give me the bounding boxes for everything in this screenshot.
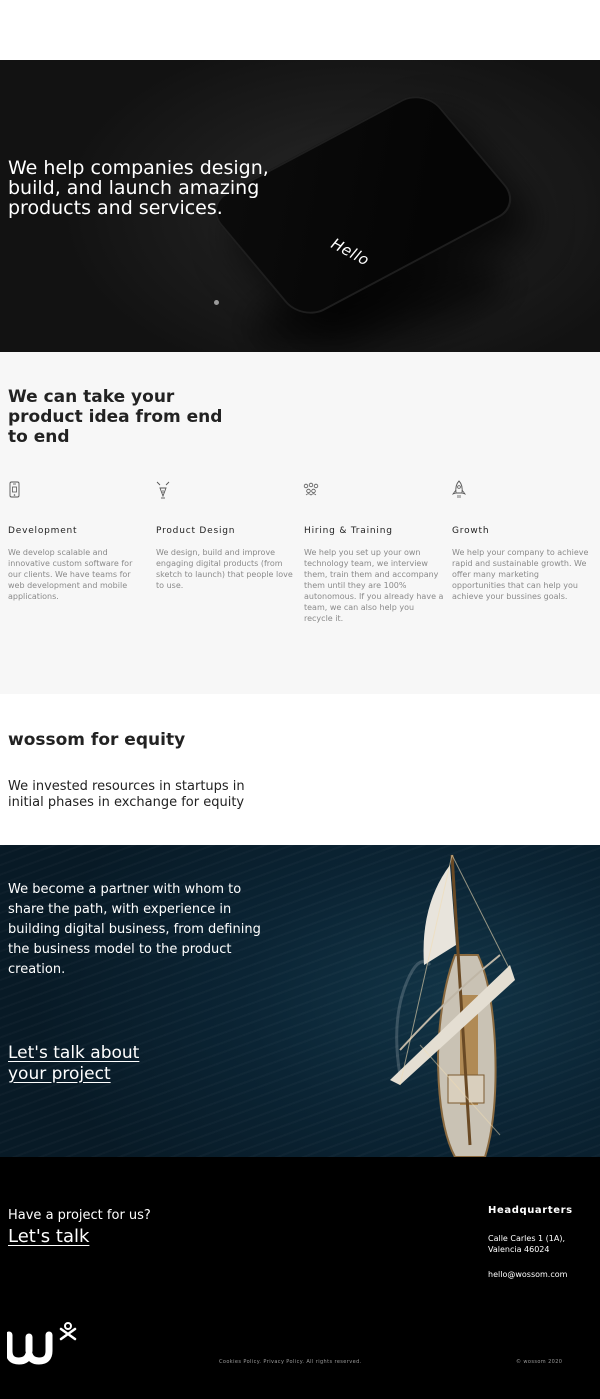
phone-button: [214, 300, 219, 305]
copyright: © wossom 2020: [516, 1359, 563, 1365]
service-description: We help you set up your own technology t…: [304, 548, 444, 623]
headquarters-address: Calle Carles 1 (1A), Valencia 46024: [488, 1234, 566, 1254]
partner-section: We become a partner with whom to share t…: [0, 845, 600, 1157]
service-description: We design, build and improve engaging di…: [156, 548, 293, 590]
service-title: Product Design: [156, 526, 236, 536]
hero-section: Hello We help companies design, build, a…: [0, 60, 600, 352]
equity-subtitle: We invested resources in startups in ini…: [8, 779, 245, 810]
email-link[interactable]: hello@wossom.com: [488, 1270, 567, 1279]
hero-title: We help companies design, build, and lau…: [8, 157, 269, 219]
service-growth: Growth We help your company to achieve r…: [451, 480, 592, 602]
rocket-icon: [451, 480, 467, 498]
service-description: We develop scalable and innovative custo…: [8, 548, 133, 601]
lets-talk-project-link[interactable]: Let's talk about your project: [8, 1043, 158, 1085]
lets-talk-link[interactable]: Let's talk: [8, 1226, 89, 1247]
team-icon: [303, 482, 319, 496]
service-title: Growth: [452, 526, 490, 536]
phone-icon: [9, 481, 20, 498]
top-bar: [0, 0, 600, 60]
service-title: Hiring & Training: [304, 526, 393, 536]
service-product-design: Product Design We design, build and impr…: [156, 480, 296, 591]
sailing-ship-image: [390, 854, 515, 1157]
partner-text: We become a partner with whom to share t…: [8, 882, 261, 977]
pen-nib-icon: [156, 481, 170, 499]
service-title: Development: [8, 526, 78, 536]
service-description: We help your company to achieve rapid an…: [452, 548, 589, 601]
footer: Have a project for us? Let's talk Headqu…: [0, 1157, 600, 1399]
headquarters-title: Headquarters: [488, 1205, 573, 1216]
services-title: We can take your product idea from end t…: [8, 387, 223, 447]
legal-links[interactable]: Cookies Policy. Privacy Policy. All righ…: [219, 1359, 362, 1365]
services-section: We can take your product idea from end t…: [0, 352, 600, 694]
service-hiring-training: Hiring & Training We help you set up you…: [303, 480, 444, 624]
wossom-logo-icon: [7, 1322, 77, 1365]
equity-section: wossom for equity We invested resources …: [0, 694, 600, 845]
footer-question: Have a project for us?: [8, 1208, 151, 1223]
equity-title: wossom for equity: [8, 730, 186, 750]
service-development: Development We develop scalable and inno…: [8, 480, 148, 602]
